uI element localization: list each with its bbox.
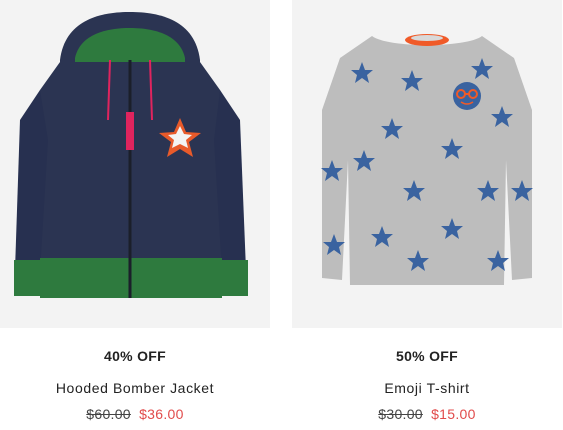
- product-image-emoji-t-shirt[interactable]: [292, 0, 562, 328]
- sale-price: $36.00: [139, 406, 184, 422]
- product-title[interactable]: Emoji T-shirt: [292, 380, 562, 396]
- product-card-emoji-t-shirt[interactable]: 50% OFF Emoji T-shirt $30.00 $15.00: [292, 0, 562, 422]
- sale-price: $15.00: [431, 406, 476, 422]
- discount-badge: 50% OFF: [395, 348, 458, 364]
- jacket-illustration: [0, 0, 270, 328]
- product-card-hooded-bomber-jacket[interactable]: 40% OFF Hooded Bomber Jacket $60.00 $36.…: [0, 0, 270, 422]
- product-title[interactable]: Hooded Bomber Jacket: [0, 380, 270, 396]
- original-price: $60.00: [86, 406, 131, 422]
- price-row: $60.00 $36.00: [0, 406, 270, 422]
- discount-badge: 40% OFF: [103, 348, 166, 364]
- t-shirt-illustration: [292, 0, 562, 328]
- product-image-hooded-bomber-jacket[interactable]: [0, 0, 270, 328]
- price-row: $30.00 $15.00: [292, 406, 562, 422]
- original-price: $30.00: [378, 406, 423, 422]
